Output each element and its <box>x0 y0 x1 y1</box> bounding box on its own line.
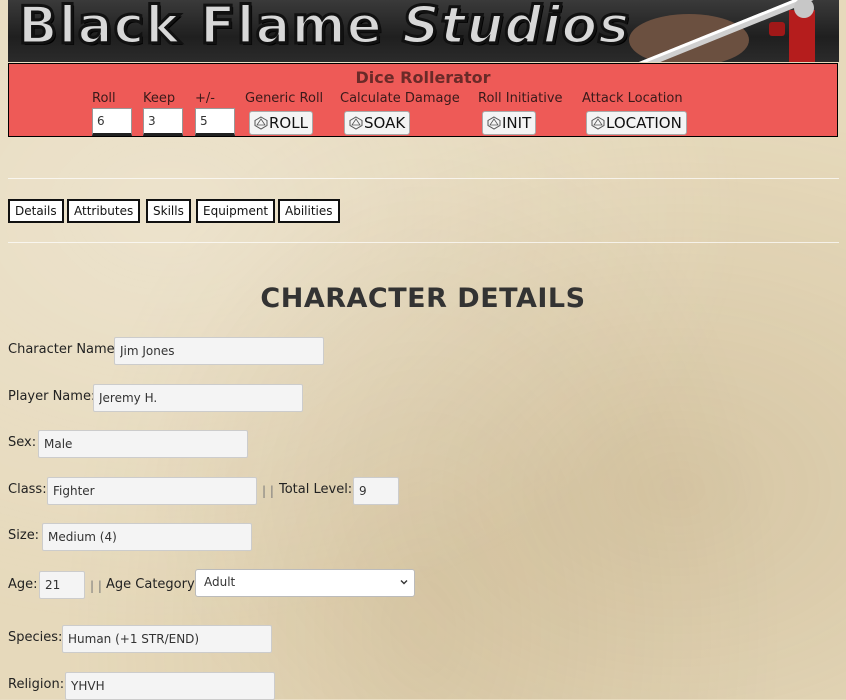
d20-die-icon <box>349 116 363 130</box>
page-title: CHARACTER DETAILS <box>260 283 586 314</box>
size-label: Size: <box>8 528 40 543</box>
class-label: Class: <box>8 482 47 497</box>
species-label: Species: <box>8 630 63 645</box>
keep-count-input[interactable] <box>143 108 183 136</box>
species-input[interactable] <box>62 625 272 653</box>
player-name-input[interactable] <box>93 384 303 412</box>
religion-label: Religion: <box>8 677 65 692</box>
age-label: Age: <box>8 577 38 592</box>
swordsman-art-icon <box>624 0 815 62</box>
age-category-label: Age Category: <box>106 577 199 592</box>
tab-skills[interactable]: Skills <box>146 199 191 223</box>
tab-attributes[interactable]: Attributes <box>67 199 141 223</box>
location-button[interactable]: LOCATION <box>586 111 687 135</box>
chevron-down-icon <box>400 580 408 585</box>
character-name-label: Character Name: <box>8 342 120 357</box>
modifier-input[interactable] <box>195 108 235 136</box>
field-separator: | | <box>90 579 102 593</box>
roll-button[interactable]: ROLL <box>249 111 313 135</box>
age-input[interactable] <box>39 571 85 599</box>
generic-roll-label: Generic Roll <box>245 91 324 106</box>
sex-input[interactable] <box>38 430 248 458</box>
modifier-label: +/- <box>195 91 215 106</box>
divider-bottom <box>8 242 839 243</box>
divider-top <box>8 178 839 179</box>
roll-count-input[interactable] <box>92 108 132 136</box>
soak-button[interactable]: SOAK <box>344 111 411 135</box>
field-separator: | | <box>262 484 274 498</box>
total-level-label: Total Level: <box>279 482 353 497</box>
religion-input[interactable] <box>65 672 275 700</box>
tab-abilities[interactable]: Abilities <box>278 199 340 223</box>
tab-details[interactable]: Details <box>8 199 64 223</box>
d20-die-icon <box>487 116 501 130</box>
roller-title: Dice Rollerator <box>355 68 491 87</box>
roll-initiative-label: Roll Initiative <box>478 91 563 106</box>
d20-die-icon <box>254 116 268 130</box>
age-category-value: Adult <box>204 575 236 589</box>
d20-die-icon <box>591 116 605 130</box>
keep-label: Keep <box>143 91 176 106</box>
total-level-input[interactable] <box>353 477 399 505</box>
calculate-damage-label: Calculate Damage <box>340 91 460 106</box>
site-logo-title: Black Flame Studios <box>16 0 631 58</box>
site-banner: Black Flame Studios <box>8 0 839 62</box>
attack-location-label: Attack Location <box>582 91 683 106</box>
age-category-select[interactable]: Adult <box>195 569 415 597</box>
init-button[interactable]: INIT <box>482 111 537 135</box>
dice-rollerator-panel: Dice Rollerator Roll Keep +/- Generic Ro… <box>8 63 838 137</box>
player-name-label: Player Name: <box>8 389 96 404</box>
class-input[interactable] <box>47 477 257 505</box>
character-name-input[interactable] <box>114 337 324 365</box>
sex-label: Sex: <box>8 435 37 450</box>
size-input[interactable] <box>42 523 252 551</box>
tab-equipment[interactable]: Equipment <box>196 199 276 223</box>
roll-label: Roll <box>92 91 116 106</box>
